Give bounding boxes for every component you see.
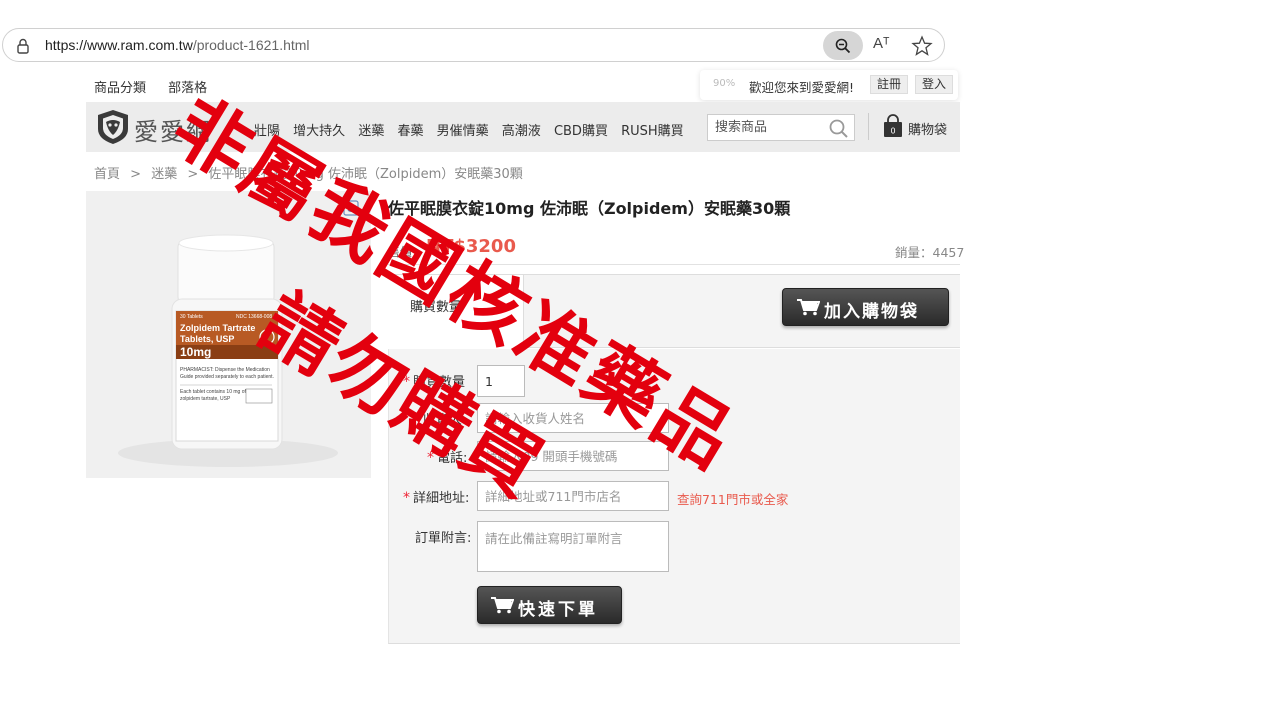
required-mark: * — [413, 412, 420, 428]
quick-order-button[interactable]: 快速下單 — [477, 586, 622, 624]
product-price: NT$3200 — [426, 236, 516, 257]
note-field-label: 訂單附言: — [415, 531, 472, 546]
purchase-panel: 購買數量 加入購物袋 — [388, 274, 960, 349]
divider — [388, 264, 960, 265]
label-dose: 10mg — [180, 345, 211, 359]
breadcrumb-separator: > — [130, 167, 142, 182]
product-title: 佐平眠膜衣錠10mg 佐沛眠（Zolpidem）安眠藥30顆 — [388, 199, 791, 218]
shopping-bag-icon[interactable]: 0 — [882, 114, 904, 138]
url-text[interactable]: https://www.ram.com.tw/product-1621.html — [45, 37, 310, 53]
nav-item-cbd[interactable]: CBD購買 — [554, 124, 608, 139]
cart-icon — [797, 299, 820, 316]
register-button[interactable]: 註冊 — [870, 75, 908, 94]
required-mark: * — [427, 450, 434, 466]
add-to-cart-button[interactable]: 加入購物袋 — [782, 288, 949, 326]
url-field[interactable]: https://www.ram.com.tw/product-1621.html… — [2, 28, 945, 62]
login-button[interactable]: 登入 — [915, 75, 953, 94]
nav-divider — [868, 113, 869, 140]
quick-order-label: 快速下單 — [518, 600, 598, 619]
zoom-button[interactable] — [823, 31, 863, 60]
recipient-name-input[interactable] — [477, 403, 669, 433]
label-drug-name: Zolpidem Tartrate — [180, 323, 255, 333]
label-note-2: Guide provided separately to each patien… — [180, 374, 274, 380]
browser-address-bar: https://www.ram.com.tw/product-1621.html… — [0, 26, 960, 66]
pill-bottle-illustration: 30 Tablets NDC 13668-008 Zolpidem Tartra… — [118, 234, 338, 467]
label-note-4: zolpidem tartrate, USP — [180, 396, 231, 402]
logo-icon[interactable] — [96, 109, 130, 145]
price-label: 售價 — [388, 245, 413, 259]
sales-count: 銷量：4457 — [895, 245, 965, 260]
main-navigation: 愛愛網 壯陽 增大持久 迷藥 春藥 男催情藥 高潮液 CBD購買 RUSH購買 … — [86, 102, 960, 152]
top-link-blog[interactable]: 部落格 — [168, 81, 207, 96]
qty-field-label: * 購買數量 — [403, 374, 466, 390]
nav-item-impotence[interactable]: 壯陽 — [254, 124, 280, 139]
required-mark: * — [403, 374, 410, 390]
nav-item-male-arousal[interactable]: 男催情藥 — [437, 124, 489, 139]
welcome-text: 歡迎您來到愛愛網! — [749, 80, 855, 95]
url-path: /product-1621.html — [192, 37, 310, 53]
zoom-hint: 90% — [713, 78, 736, 89]
quantity-input[interactable] — [477, 365, 525, 397]
search-box — [707, 114, 855, 141]
nav-item-climax-liquid[interactable]: 高潮液 — [502, 124, 541, 139]
breadcrumb-home[interactable]: 首頁 — [94, 167, 120, 182]
store-lookup-link[interactable]: 查詢711門市或全家 — [677, 489, 788, 508]
label-note-1: PHARMACIST: Dispense the Medication — [180, 367, 270, 373]
nav-item-sedative[interactable]: 迷藥 — [358, 124, 384, 139]
label-note-3: Each tablet contains 10 mg of — [180, 389, 246, 395]
expand-image-icon[interactable] — [343, 200, 359, 216]
account-bar: 90% 歡迎您來到愛愛網! 註冊 登入 — [700, 70, 958, 100]
read-aloud-icon[interactable]: Aᵀ — [873, 35, 895, 57]
breadcrumb: 首頁 > 迷藥 > 佐平眠膜衣錠10mg 佐沛眠（Zolpidem）安眠藥30顆 — [94, 163, 529, 182]
breadcrumb-separator: > — [187, 167, 199, 182]
lock-icon[interactable] — [16, 38, 30, 54]
phone-input[interactable] — [477, 441, 669, 471]
product-image[interactable]: 30 Tablets NDC 13668-008 Zolpidem Tartra… — [86, 191, 371, 478]
search-icon[interactable] — [828, 118, 850, 138]
web-page: 商品分類 部落格 90% 歡迎您來到愛愛網! 註冊 登入 愛愛網 壯陽 增大持久… — [0, 66, 964, 720]
cart-label[interactable]: 購物袋 — [908, 119, 947, 138]
nav-menu: 壯陽 增大持久 迷藥 春藥 男催情藥 高潮液 CBD購買 RUSH購買 — [254, 120, 693, 139]
quick-order-form: *購買數量 *收貨人 *電話: *詳細地址: 查詢711門市或全家 訂單附言: … — [388, 349, 960, 644]
required-mark: * — [403, 490, 410, 506]
nav-item-aphrodisiac[interactable]: 春藥 — [397, 124, 423, 139]
logo-text[interactable]: 愛愛網 — [134, 112, 212, 147]
label-form: Tablets, USP — [180, 334, 234, 344]
address-input[interactable] — [477, 481, 669, 511]
tab-quantity-label: 購買數量 — [410, 300, 463, 315]
top-links: 商品分類 部落格 — [94, 77, 225, 96]
favorite-star-icon[interactable] — [911, 35, 933, 57]
order-note-textarea[interactable] — [477, 521, 669, 572]
search-input[interactable] — [708, 115, 818, 140]
cart-icon — [491, 597, 514, 614]
add-to-cart-label: 加入購物袋 — [824, 302, 919, 321]
cart-count: 0 — [890, 127, 895, 136]
breadcrumb-category[interactable]: 迷藥 — [151, 167, 177, 182]
top-link-categories[interactable]: 商品分類 — [94, 81, 146, 96]
tab-quantity[interactable]: 購買數量 — [388, 275, 524, 349]
address-field-label: * 詳細地址: — [403, 490, 470, 506]
zoom-out-icon — [835, 38, 851, 54]
nav-item-enlargement[interactable]: 增大持久 — [293, 124, 345, 139]
phone-field-label: * 電話: — [427, 450, 468, 466]
nav-item-rush[interactable]: RUSH購買 — [621, 124, 684, 139]
breadcrumb-current: 佐平眠膜衣錠10mg 佐沛眠（Zolpidem）安眠藥30顆 — [208, 167, 523, 182]
url-host: https://www.ram.com.tw — [45, 37, 193, 53]
recipient-field-label: * 收貨人 — [413, 412, 463, 428]
